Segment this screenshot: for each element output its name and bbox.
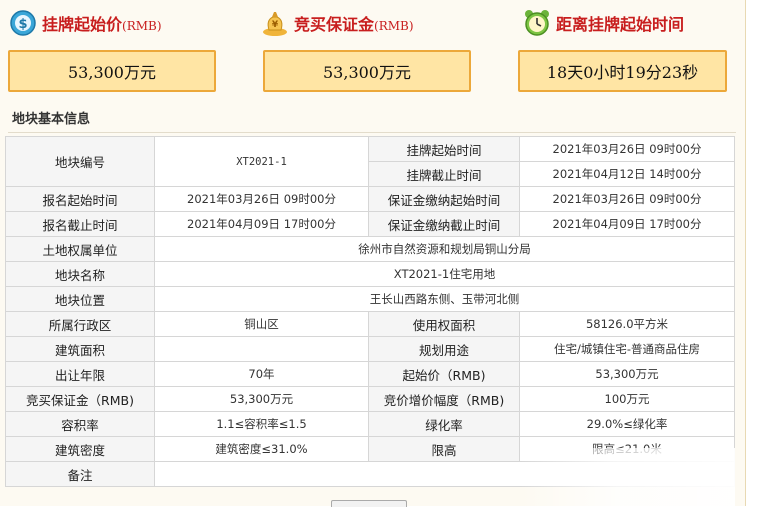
reg-start-value: 2021年03月26日 09时00分: [154, 186, 369, 212]
table-row: 报名起始时间 2021年03月26日 09时00分 保证金缴纳起始时间 2021…: [5, 186, 735, 212]
increment-value: 100万元: [519, 386, 735, 412]
table-row: 地块编号 XT2021-1 挂牌起始时间 2021年03月26日 09时00分: [5, 136, 735, 187]
height-value: 限高≤21.0米: [519, 436, 735, 462]
term-label: 出让年限: [5, 361, 155, 387]
starting-price-stat: $ 挂牌起始价(RMB) 53,300万元: [8, 6, 216, 92]
planned-use-label: 规划用途: [368, 336, 520, 362]
owner-value: 徐州市自然资源和规划局铜山分局: [154, 236, 735, 262]
density-value: 建筑密度≤31.0%: [154, 436, 369, 462]
starting-price-value: 53,300万元: [8, 50, 216, 92]
table-row: 地块位置 王长山西路东侧、玉带河北侧: [5, 286, 735, 312]
use-area-label: 使用权面积: [368, 311, 520, 337]
dollar-coin-icon: $: [8, 8, 38, 38]
remarks-label: 备注: [5, 461, 155, 487]
name-value: XT2021-1住宅用地: [154, 261, 735, 287]
table-row: 土地权属单位 徐州市自然资源和规划局铜山分局: [5, 236, 735, 262]
starting-price-title: 挂牌起始价(RMB): [42, 15, 162, 34]
density-label: 建筑密度: [5, 436, 155, 462]
table-row: 建筑面积 规划用途 住宅/城镇住宅-普通商品住房: [5, 336, 735, 362]
green-value: 29.0%≤绿化率: [519, 411, 735, 437]
money-bag-icon: ¥: [260, 8, 290, 38]
listing-start-value: 2021年03月26日 09时00分: [519, 136, 735, 162]
start-price-label: 起始价（RMB): [368, 361, 520, 387]
deposit-start-value: 2021年03月26日 09时00分: [519, 186, 735, 212]
section-title: 地块基本信息: [12, 112, 91, 127]
deposit-value-cell: 53,300万元: [154, 386, 369, 412]
use-area-value: 58126.0平方米: [519, 311, 735, 337]
deposit-start-label: 保证金缴纳起始时间: [368, 186, 520, 212]
height-label: 限高: [368, 436, 520, 462]
alarm-clock-icon: [522, 8, 552, 38]
deposit-end-value: 2021年04月09日 17时00分: [519, 211, 735, 237]
build-area-label: 建筑面积: [5, 336, 155, 362]
svg-text:$: $: [18, 17, 27, 32]
increment-label: 竞价增价幅度（RMB): [368, 386, 520, 412]
far-value: 1.1≤容积率≤1.5: [154, 411, 369, 437]
location-value: 王长山西路东侧、玉带河北侧: [154, 286, 735, 312]
parcel-no-label: 地块编号: [5, 136, 155, 187]
table-row: 容积率 1.1≤容积率≤1.5 绿化率 29.0%≤绿化率: [5, 411, 735, 437]
auction-panel: $ 挂牌起始价(RMB) 53,300万元 ¥ 竞买保证金(RMB) 53,30…: [0, 0, 746, 507]
listing-end-label: 挂牌截止时间: [368, 161, 520, 187]
section-divider: [8, 132, 736, 133]
countdown-stat: 距离挂牌起始时间 18天0小时19分23秒: [518, 6, 727, 92]
reg-end-value: 2021年04月09日 17时00分: [154, 211, 369, 237]
table-row: 报名截止时间 2021年04月09日 17时00分 保证金缴纳截止时间 2021…: [5, 211, 735, 237]
planned-use-value: 住宅/城镇住宅-普通商品住房: [519, 336, 735, 362]
deposit-title: 竞买保证金(RMB): [294, 15, 414, 34]
term-value: 70年: [154, 361, 369, 387]
parcel-no-value: XT2021-1: [154, 136, 369, 187]
countdown-value: 18天0小时19分23秒: [518, 50, 727, 92]
remarks-value: [154, 461, 735, 487]
table-row: 所属行政区 铜山区 使用权面积 58126.0平方米: [5, 311, 735, 337]
build-area-value: [154, 336, 369, 362]
green-label: 绿化率: [368, 411, 520, 437]
svg-text:¥: ¥: [272, 20, 279, 30]
reg-start-label: 报名起始时间: [5, 186, 155, 212]
table-row: 竞买保证金（RMB) 53,300万元 竞价增价幅度（RMB) 100万元: [5, 386, 735, 412]
deposit-end-label: 保证金缴纳截止时间: [368, 211, 520, 237]
listing-start-label: 挂牌起始时间: [368, 136, 520, 162]
far-label: 容积率: [5, 411, 155, 437]
parcel-info-table: 地块编号 XT2021-1 挂牌起始时间 2021年03月26日 09时00分 …: [5, 136, 735, 487]
table-row: 地块名称 XT2021-1住宅用地: [5, 261, 735, 287]
location-label: 地块位置: [5, 286, 155, 312]
listing-end-value: 2021年04月12日 14时00分: [519, 161, 735, 187]
start-price-value: 53,300万元: [519, 361, 735, 387]
table-row: 建筑密度 建筑密度≤31.0% 限高 限高≤21.0米: [5, 436, 735, 462]
deposit-value: 53,300万元: [263, 50, 471, 92]
name-label: 地块名称: [5, 261, 155, 287]
table-row: 出让年限 70年 起始价（RMB) 53,300万元: [5, 361, 735, 387]
deposit-label: 竞买保证金（RMB): [5, 386, 155, 412]
owner-label: 土地权属单位: [5, 236, 155, 262]
reg-end-label: 报名截止时间: [5, 211, 155, 237]
district-value: 铜山区: [154, 311, 369, 337]
deposit-stat: ¥ 竞买保证金(RMB) 53,300万元: [260, 6, 471, 92]
table-row: 备注: [5, 461, 735, 487]
district-label: 所属行政区: [5, 311, 155, 337]
countdown-title: 距离挂牌起始时间: [556, 15, 685, 34]
